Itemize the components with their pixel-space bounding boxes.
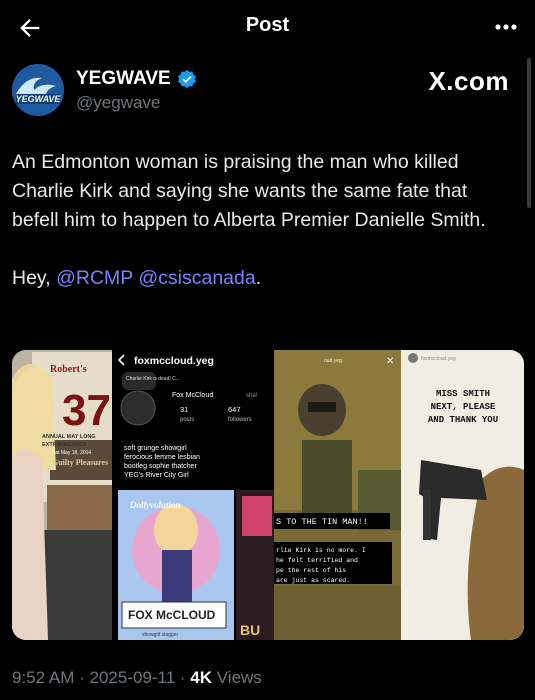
media-grid[interactable]: Robert's 37 ANNUAL MAY LONG EXTRAVAGANZA… [12,350,524,640]
author-name: YEGWAVE [76,68,171,89]
bio-line-1: soft grunge showgirl [124,445,187,452]
more-options-icon[interactable] [491,12,521,42]
card-side-text: BU [240,622,260,638]
story4-line-2: NEXT, PLEASE [431,402,496,412]
profile-avatar-icon [120,390,156,426]
mention-suffix: . [255,267,262,289]
profile-handle: foxmccloud.yeg [134,355,214,367]
post-time: 9:52 AM [12,668,75,687]
views-count[interactable]: 4K [190,668,212,687]
meta-sep-2: · [175,668,191,687]
mention-csiscanada[interactable]: @csiscanada [138,267,255,289]
author-handle: @yegwave [76,93,161,112]
scrollbar[interactable] [527,58,531,208]
poster-title: Robert's [50,364,87,375]
bio-line-3: bootleg sophie thatcher [124,463,197,470]
author-block[interactable]: YEGWAVE @yegwave [76,68,197,113]
poster-number: 37 [62,386,111,435]
bio-line-2: ferocious femme lesbian [124,454,200,461]
mention-rcmp[interactable]: @RCMP [56,267,133,289]
followers-label: followers [228,417,252,423]
avatar[interactable]: YEGWAVE [12,64,64,116]
poster-line1: ANNUAL MAY LONG [42,434,96,440]
card-sub: showgirl slagger [142,632,178,638]
views-label: Views [212,668,262,687]
media-photo-1[interactable]: Robert's 37 ANNUAL MAY LONG EXTRAVAGANZA… [12,350,112,640]
post-meta: 9:52 AM · 2025-09-11 · 4K Views [12,668,262,688]
posts-label: posts [180,417,194,423]
story-line-3: pe the rest of his [276,567,346,574]
story-top-handle: oud.yeg [324,358,342,364]
story4-handle: foxmccloud.yeg [421,356,456,362]
mention-prefix: Hey, [12,267,57,289]
source-label: X.com [428,66,509,96]
posts-count: 31 [180,405,188,414]
media-screenshot-2[interactable]: foxmccloud.yeg Charlie Kirk is dead! C..… [112,350,274,640]
avatar-logo-text: YEGWAVE [16,94,62,104]
bio-line-4: YEG's River City Girl [124,472,189,479]
author-name-row: YEGWAVE [76,68,197,90]
tweet-body: An Edmonton woman is praising the man wh… [12,148,517,293]
media-screenshot-4[interactable]: foxmccloud.yeg MISS SMITH NEXT, PLEASE A… [401,350,524,640]
profile-display-name: Fox McCloud [172,392,213,399]
story-line-4: are just as scared. [276,577,350,584]
profile-pronoun: she/ [246,393,258,399]
poster-sub: Guilty Pleasures [52,458,108,467]
story-caption: Charlie Kirk is dead! C... [126,376,180,382]
poster-line2: EXTRAVAGANZA [42,442,87,448]
yegwave-logo-icon: YEGWAVE [12,64,64,116]
story-close-icon[interactable]: ✕ [386,356,394,367]
story-line-2: he felt terrified and [276,557,358,564]
verified-badge-icon [177,69,196,89]
tweet-text-main: An Edmonton woman is praising the man wh… [12,151,486,231]
top-bar: Post [0,0,535,56]
story-avatar-icon [408,353,418,363]
story4-line-3: AND THANK YOU [428,415,498,425]
poster-date: Sat May 18, 2014 [52,450,91,456]
followers-count: 647 [228,405,241,414]
tweet-text-mentions: Hey, @RCMP @csiscanada. [12,264,517,293]
card-top-text: Dollyvolution [129,500,181,510]
story4-line-1: MISS SMITH [436,389,490,399]
page-title: Post [245,14,290,36]
story-line-1: rlie Kirk is no more. I [276,547,366,554]
media-screenshot-3[interactable]: oud.yeg ✕ S TO THE TIN MAN!! rlie Kirk i… [274,350,401,640]
post-date: 2025-09-11 [89,668,176,687]
card-name: FOX McCLOUD [128,608,216,622]
story-banner: S TO THE TIN MAN!! [276,517,368,527]
meta-sep-1: · [74,668,90,687]
